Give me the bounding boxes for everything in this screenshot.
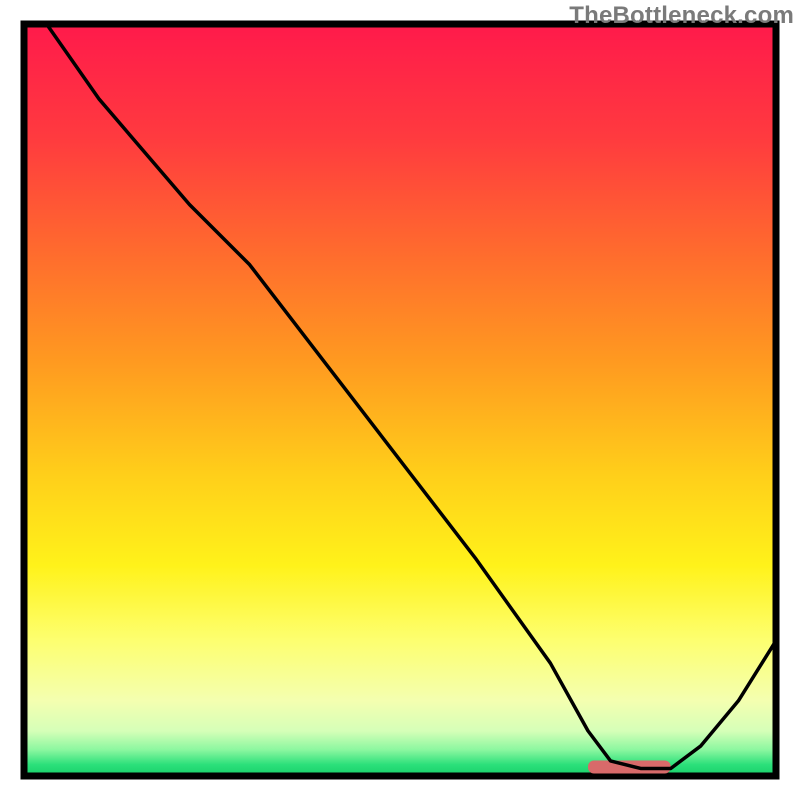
plot-background (24, 24, 776, 776)
watermark-label: TheBottleneck.com (569, 2, 794, 30)
bottleneck-chart (0, 0, 800, 800)
chart-container: TheBottleneck.com (0, 0, 800, 800)
